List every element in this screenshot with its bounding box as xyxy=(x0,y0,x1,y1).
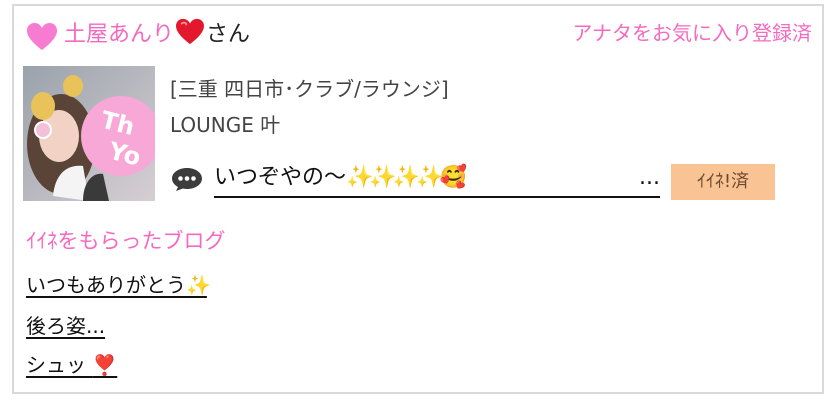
sparkles-emoji: ✨ xyxy=(186,273,211,297)
sparkles-emoji: ✨✨✨✨ xyxy=(346,165,444,190)
shop-name[interactable]: LOUNGE 叶 xyxy=(170,110,280,140)
smiling-hearts-emoji: 🥰 xyxy=(439,165,467,190)
favorite-status: アナタをお気に入り登録済 xyxy=(572,21,812,45)
pink-heart-icon xyxy=(27,23,57,50)
blog-title: 後ろ姿... xyxy=(26,314,106,338)
post-ellipsis: ... xyxy=(635,160,660,196)
liked-blogs-heading: ｲｲﾈをもらったブログ xyxy=(26,229,226,253)
liked-blog-link[interactable]: いつもありがとう✨ xyxy=(26,270,211,300)
like-status-badge[interactable]: ｲｲﾈ!済 xyxy=(671,164,775,200)
blog-title: いつもありがとう xyxy=(26,273,186,297)
liked-blog-link[interactable]: 後ろ姿... xyxy=(26,311,105,341)
honorific: さん xyxy=(206,22,251,47)
cast-name-link[interactable]: 土屋あんり さん xyxy=(64,16,250,54)
latest-post-link[interactable]: いつぞやの〜✨✨✨✨🥰 ... xyxy=(214,160,660,198)
cast-thumbnail[interactable]: Th Yo xyxy=(23,66,155,201)
shop-category: [三重 四日市･クラブ/ラウンジ] xyxy=(170,77,449,101)
blog-title: シュッ xyxy=(26,353,86,377)
post-title: いつぞやの〜 xyxy=(214,165,347,190)
liked-blog-link[interactable]: シュッ ❣️ xyxy=(26,350,117,380)
profile-card: 土屋あんり さん アナタをお気に入り登録済 Th Yo [三重 四日市･クラブ/… xyxy=(12,4,824,394)
heart-exclamation-emoji: ❣️ xyxy=(92,353,118,377)
cast-name[interactable]: 土屋あんり xyxy=(64,22,174,47)
speech-bubble-icon xyxy=(172,168,202,191)
thumbnail-image: Th Yo xyxy=(23,66,155,201)
red-heart-icon xyxy=(176,18,205,45)
